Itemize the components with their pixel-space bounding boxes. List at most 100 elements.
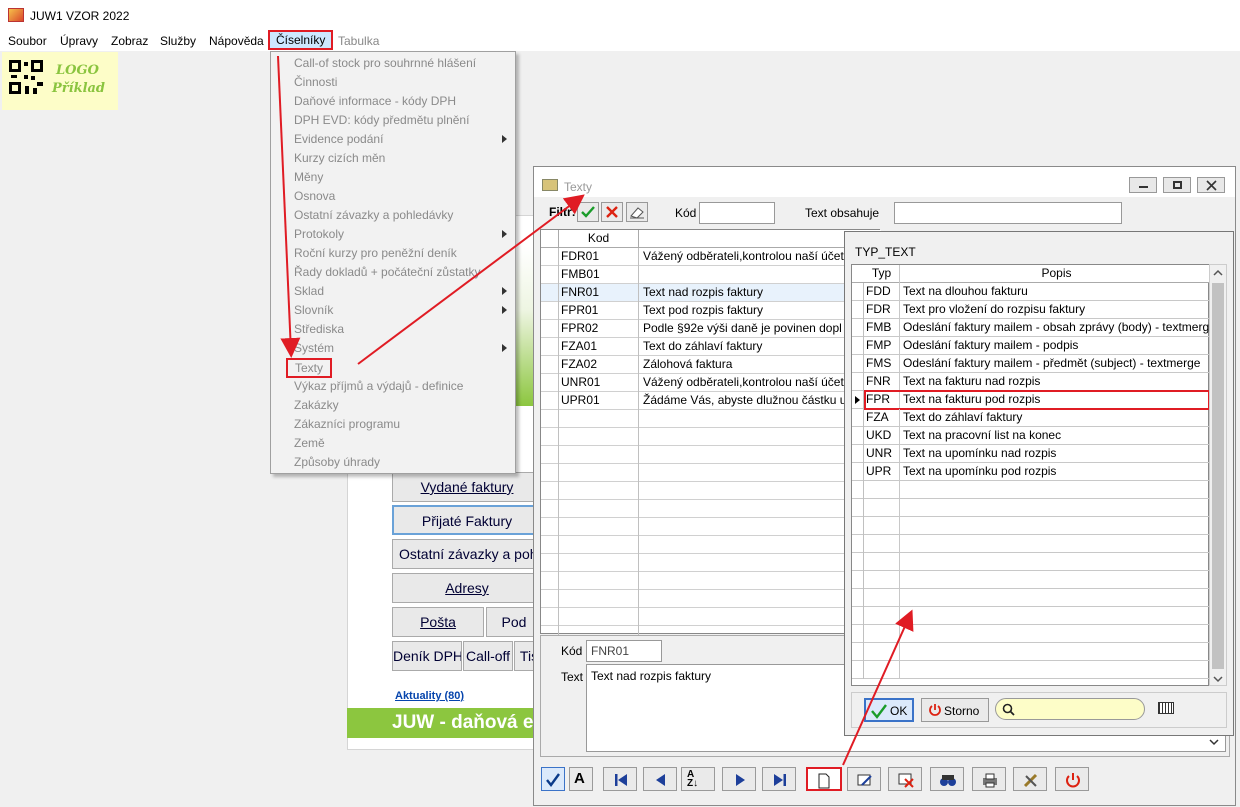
dropdown-item[interactable]: Ostatní závazky a pohledávky [294, 208, 453, 222]
adresy-button[interactable]: Adresy [392, 573, 542, 603]
close-button[interactable] [1197, 177, 1225, 193]
vydane-faktury-button[interactable]: Vydané faktury [392, 472, 542, 502]
filter-clear-button[interactable] [601, 202, 623, 222]
table-row[interactable] [852, 643, 1210, 661]
table-row[interactable] [852, 571, 1210, 589]
print-button[interactable] [972, 767, 1006, 791]
table-row[interactable]: FNR01 Text nad rozpis faktury [541, 284, 881, 302]
dropdown-item[interactable]: Osnova [294, 189, 335, 203]
prijate-faktury-button[interactable]: Přijaté Faktury [392, 505, 542, 535]
font-button[interactable]: A [569, 767, 593, 791]
dropdown-item[interactable]: Protokoly [294, 227, 344, 241]
next-record-button[interactable] [722, 767, 756, 791]
table-row[interactable] [541, 428, 881, 446]
table-row[interactable] [852, 481, 1210, 499]
first-record-button[interactable] [603, 767, 637, 791]
dropdown-item[interactable]: Call-of stock pro souhrnné hlášení [294, 56, 476, 70]
scroll-up-icon[interactable] [1213, 269, 1223, 277]
table-row[interactable]: FPR Text na fakturu pod rozpis [852, 390, 1210, 410]
kod-filter-input[interactable] [699, 202, 775, 224]
tools-button[interactable] [1013, 767, 1047, 791]
dropdown-item[interactable]: Kurzy cizích měn [294, 151, 385, 165]
table-row[interactable] [541, 554, 881, 572]
table-row[interactable] [852, 589, 1210, 607]
form-kod-input[interactable]: FNR01 [586, 640, 662, 662]
scroll-down-icon[interactable] [1213, 675, 1223, 683]
table-row[interactable] [852, 499, 1210, 517]
menu-tabulka[interactable]: Tabulka [338, 34, 379, 48]
table-row[interactable] [852, 535, 1210, 553]
dropdown-item[interactable]: Země [294, 436, 325, 450]
table-row[interactable] [541, 410, 881, 428]
menu-upravy[interactable]: Úpravy [60, 34, 98, 48]
table-row[interactable]: UPR01 Žádáme Vás, abyste dlužnou částku u [541, 392, 881, 410]
table-row[interactable]: FDD Text na dlouhou fakturu [852, 283, 1210, 301]
table-row[interactable]: FNR Text na fakturu nad rozpis [852, 373, 1210, 391]
dropdown-item[interactable]: Způsoby úhrady [294, 455, 380, 469]
table-row[interactable] [852, 517, 1210, 535]
table-row[interactable]: FDR01 Vážený odběrateli,kontrolou naší úč… [541, 248, 881, 266]
dropdown-item[interactable]: Slovník [294, 303, 333, 317]
text-obsahuje-input[interactable] [894, 202, 1122, 224]
table-row[interactable] [541, 500, 881, 518]
typ-text-scrollbar[interactable] [1209, 264, 1227, 686]
menu-soubor[interactable]: Soubor [8, 34, 47, 48]
table-row[interactable]: FPR01 Text pod rozpis faktury [541, 302, 881, 320]
denik-dph-button[interactable]: Deník DPH [392, 641, 462, 671]
col-popis-header[interactable]: Popis [901, 265, 1210, 283]
table-row[interactable]: FZA02 Zálohová faktura [541, 356, 881, 374]
table-row[interactable] [541, 446, 881, 464]
dropdown-item[interactable]: Evidence podání [294, 132, 383, 146]
menu-zobraz[interactable]: Zobraz [111, 34, 148, 48]
minimize-button[interactable] [1129, 177, 1157, 193]
table-row[interactable]: UPR Text na upomínku pod rozpis [852, 463, 1210, 481]
table-row[interactable] [541, 572, 881, 590]
table-row[interactable]: UNR Text na upomínku nad rozpis [852, 445, 1210, 463]
aktuality-link[interactable]: Aktuality (80) [395, 690, 464, 702]
table-row[interactable] [541, 608, 881, 626]
table-row[interactable]: UNR01 Vážený odběrateli,kontrolou naší úč… [541, 374, 881, 392]
dropdown-item[interactable]: Texty [286, 358, 333, 378]
col-kod-header[interactable]: Kod [559, 230, 639, 248]
table-row[interactable]: UKD Text na pracovní list na konec [852, 427, 1210, 445]
menu-sluzby[interactable]: Služby [160, 34, 196, 48]
table-row[interactable] [541, 464, 881, 482]
menu-napoveda[interactable]: Nápověda [209, 34, 264, 48]
chevron-down-icon[interactable] [1208, 736, 1222, 748]
scroll-thumb[interactable] [1212, 283, 1224, 669]
maximize-button[interactable] [1163, 177, 1191, 193]
dropdown-item[interactable]: DPH EVD: kódy předmětu plnění [294, 113, 469, 127]
table-row[interactable]: FZA01 Text do záhlaví faktury [541, 338, 881, 356]
keyboard-icon[interactable] [1158, 702, 1174, 714]
col-typ-header[interactable]: Typ [864, 265, 900, 283]
dropdown-item[interactable]: Sklad [294, 284, 324, 298]
new-record-button[interactable] [806, 767, 842, 791]
table-row[interactable]: FMP Odeslání faktury mailem - podpis [852, 337, 1210, 355]
call-off-button[interactable]: Call-off [463, 641, 513, 671]
table-row[interactable] [541, 518, 881, 536]
storno-button[interactable]: Storno [921, 698, 989, 722]
dropdown-item[interactable]: Měny [294, 170, 323, 184]
find-button[interactable] [930, 767, 964, 791]
menu-ciselniky[interactable]: Číselníky [268, 30, 334, 50]
table-row[interactable]: FMB Odeslání faktury mailem - obsah zpráv… [852, 319, 1210, 337]
dropdown-item[interactable]: Zákazníci programu [294, 417, 400, 431]
last-record-button[interactable] [762, 767, 796, 791]
dropdown-item[interactable]: Řady dokladů + počáteční zůstatky [294, 265, 480, 279]
table-row[interactable] [852, 661, 1210, 679]
dropdown-item[interactable]: Zakázky [294, 398, 339, 412]
delete-record-button[interactable] [888, 767, 922, 791]
table-row[interactable]: FZA Text do záhlaví faktury [852, 409, 1210, 427]
table-row[interactable] [541, 482, 881, 500]
prev-record-button[interactable] [643, 767, 677, 791]
table-row[interactable] [852, 625, 1210, 643]
table-row[interactable]: FPR02 Podle §92e výši daně je povinen dop… [541, 320, 881, 338]
table-row[interactable] [852, 553, 1210, 571]
edit-record-button[interactable] [847, 767, 881, 791]
dropdown-item[interactable]: Systém [294, 341, 334, 355]
eraser-button[interactable] [626, 202, 648, 222]
posta-button[interactable]: Pošta [392, 607, 484, 637]
dropdown-item[interactable]: Střediska [294, 322, 344, 336]
exit-button[interactable] [1055, 767, 1089, 791]
ostatni-zavazky-button[interactable]: Ostatní závazky a pohledávky [392, 539, 542, 569]
